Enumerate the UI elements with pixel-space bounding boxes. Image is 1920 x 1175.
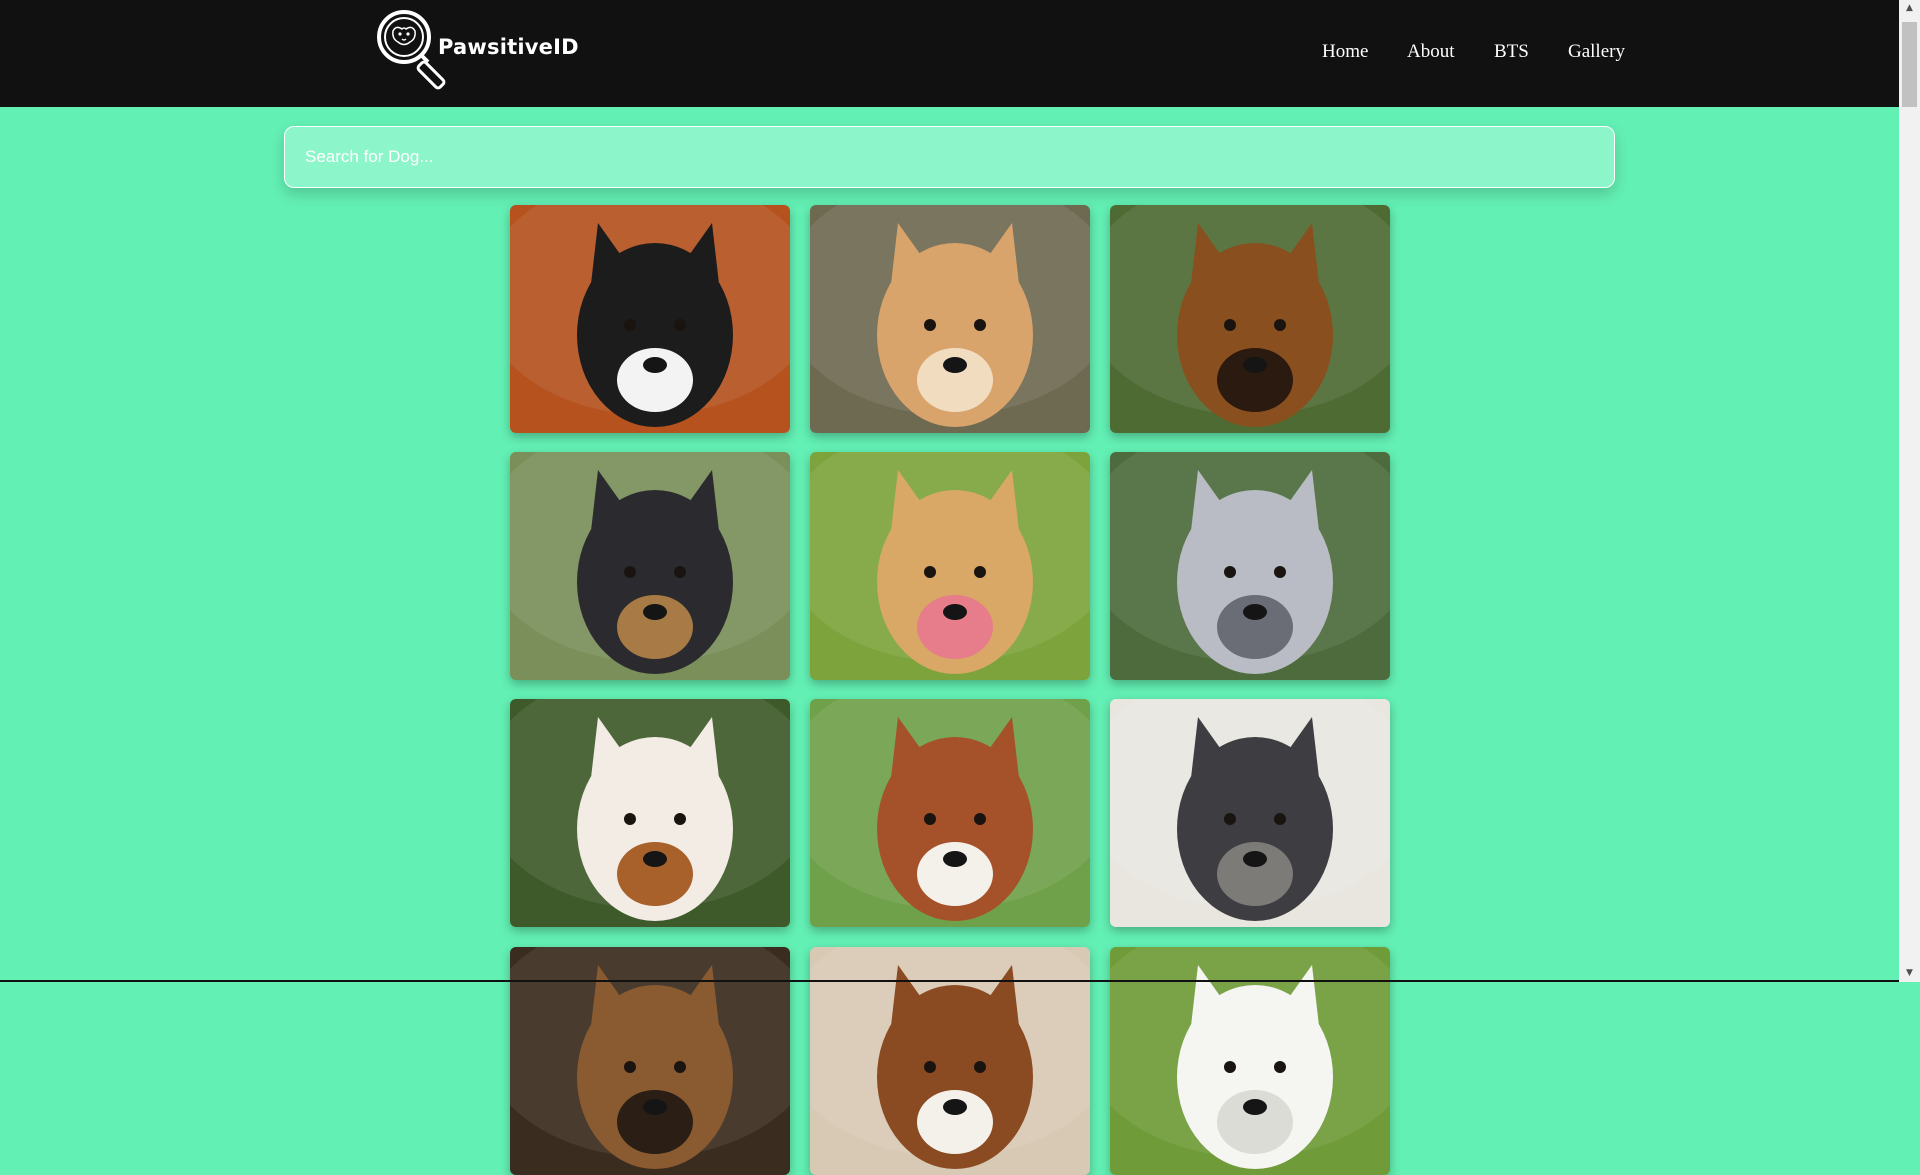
gallery-card-basenji[interactable] <box>810 699 1090 927</box>
dog-photo-borzoi <box>510 699 790 927</box>
gallery-card-dingo-puppy[interactable] <box>810 205 1090 433</box>
dog-photo-basenji <box>810 699 1090 927</box>
scroll-thumb[interactable] <box>1902 22 1917 107</box>
dog-photo-bedlington-terrier <box>1110 452 1390 680</box>
dog-photo-golden-retriever <box>810 452 1090 680</box>
brand-name: PawsitiveID <box>438 35 579 59</box>
scroll-down-arrow-icon[interactable]: ▼ <box>1899 965 1920 982</box>
search-bar <box>284 126 1615 188</box>
dog-photo-pekingese <box>1110 205 1390 433</box>
dog-photo-dingo-puppy <box>810 205 1090 433</box>
nav-gallery-link[interactable]: Gallery <box>1568 41 1625 63</box>
search-input[interactable] <box>285 127 1614 187</box>
scroll-up-arrow-icon[interactable]: ▲ <box>1899 0 1920 17</box>
nav-home-link[interactable]: Home <box>1322 41 1368 63</box>
gallery-card-golden-retriever[interactable] <box>810 452 1090 680</box>
gallery-card-borzoi[interactable] <box>510 699 790 927</box>
navbar: PawsitiveID Home About BTS Gallery <box>0 0 1899 107</box>
nav-bts-link[interactable]: BTS <box>1494 41 1529 63</box>
dog-photo-scottish-deerhound <box>1110 699 1390 927</box>
nav-about-link[interactable]: About <box>1407 41 1455 63</box>
dog-photo-bluetick-hound <box>510 452 790 680</box>
gallery-card-scottish-deerhound[interactable] <box>1110 699 1390 927</box>
gallery-card-bedlington-terrier[interactable] <box>1110 452 1390 680</box>
gallery-card-boston-terrier[interactable] <box>510 205 790 433</box>
dog-photo-boston-terrier <box>510 205 790 433</box>
brand-logo[interactable]: PawsitiveID <box>376 9 579 93</box>
gallery-card-pekingese[interactable] <box>1110 205 1390 433</box>
gallery-card-bluetick-hound[interactable] <box>510 452 790 680</box>
page-scrollbar[interactable]: ▲ ▼ <box>1899 0 1920 982</box>
